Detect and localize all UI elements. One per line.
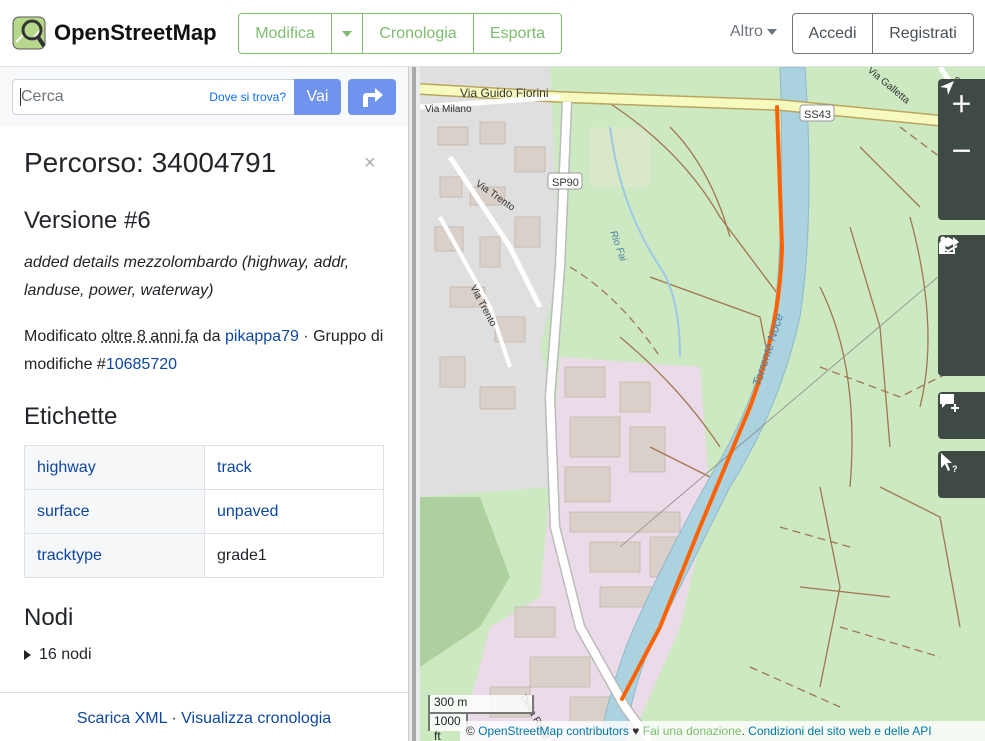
terms-link[interactable]: Condizioni del sito web e delle API xyxy=(748,724,931,738)
share-arrow-icon xyxy=(939,237,959,254)
road-label: Via Galletta xyxy=(865,67,912,107)
text-cursor xyxy=(20,88,21,106)
search-input[interactable]: Cerca Dove si trova? xyxy=(12,79,295,115)
directions-button[interactable] xyxy=(348,79,396,115)
note-icon[interactable] xyxy=(938,392,985,439)
zoom-out-icon[interactable]: － xyxy=(938,126,985,173)
road-ref-label: SS43 xyxy=(804,109,831,121)
logo[interactable]: OpenStreetMap xyxy=(12,16,217,50)
osm-logo-icon xyxy=(12,16,46,50)
edit-dropdown-button[interactable] xyxy=(332,13,363,54)
tag-key: tracktype xyxy=(24,533,205,578)
tag-value: unpaved xyxy=(204,489,384,534)
changeset-link[interactable]: 10685720 xyxy=(106,356,177,373)
copyright: © xyxy=(466,724,479,738)
tag-key-link[interactable]: surface xyxy=(37,503,89,520)
edit-button[interactable]: Modifica xyxy=(238,13,332,54)
map-canvas: Via Guido Fiorini Via Milano Via Trento … xyxy=(420,67,985,741)
view-history-link[interactable]: Visualizza cronologia xyxy=(181,710,331,727)
add-note-icon xyxy=(940,394,959,412)
map[interactable]: Via Guido Fiorini Via Milano Via Trento … xyxy=(420,67,985,741)
where-is-this-link[interactable]: Dove si trova? xyxy=(209,90,286,104)
table-row: surface unpaved xyxy=(24,489,384,534)
feature-details: Percorso: 34004791 Versione #6 added det… xyxy=(24,147,384,664)
more-menu[interactable]: Altro xyxy=(730,23,778,41)
export-button[interactable]: Esporta xyxy=(474,13,562,54)
heart-icon: ♥ xyxy=(628,724,643,738)
edit-metadata: Modificato oltre 8 anni fa da pikappa79 … xyxy=(24,323,384,379)
changeset-comment: added details mezzolombardo (highway, ad… xyxy=(24,254,350,299)
map-tools xyxy=(938,235,985,376)
download-xml-link[interactable]: Scarica XML xyxy=(77,710,167,727)
share-icon[interactable] xyxy=(938,237,985,376)
caret-down-icon xyxy=(767,28,778,35)
link-separator: · xyxy=(166,710,182,727)
tag-value-link[interactable]: unpaved xyxy=(217,503,278,520)
edit-button-group: Modifica Cronologia Esporta xyxy=(238,13,562,54)
more-label: Altro xyxy=(730,23,763,40)
road-ref-label: SP90 xyxy=(552,177,579,189)
user-link[interactable]: pikappa79 xyxy=(225,328,299,345)
resize-grip xyxy=(412,67,416,741)
header: OpenStreetMap Modifica Cronologia Esport… xyxy=(0,0,985,67)
table-row: highway track xyxy=(24,445,384,490)
caret-down-icon xyxy=(342,30,352,37)
map-attribution: © OpenStreetMap contributors ♥ Fai una d… xyxy=(460,721,985,741)
sidebar-resize-handle[interactable] xyxy=(408,67,420,741)
stream-label: Rio Fai xyxy=(607,229,628,263)
history-button[interactable]: Cronologia xyxy=(363,13,474,54)
zoom-controls: ＋ － xyxy=(938,79,985,220)
note-tools xyxy=(938,392,985,439)
directions-icon xyxy=(363,88,383,107)
query-tools: ? xyxy=(938,451,985,498)
nodes-heading: Nodi xyxy=(24,604,74,631)
tag-key: surface xyxy=(24,489,205,534)
locate-arrow-icon xyxy=(940,81,954,95)
contributors-link[interactable]: OpenStreetMap contributors xyxy=(478,724,629,738)
tag-value: grade1 xyxy=(204,533,384,578)
page-title: Percorso: 34004791 xyxy=(24,147,277,178)
tag-value: track xyxy=(204,445,384,490)
meta-prefix: Modificato xyxy=(24,328,102,345)
bottom-links: Scarica XML · Visualizza cronologia xyxy=(0,692,408,741)
meta-by: da xyxy=(198,328,226,345)
table-row: tracktype grade1 xyxy=(24,533,384,578)
road-label: Via Guido Fiorini xyxy=(460,86,549,100)
tags-heading: Etichette xyxy=(24,403,118,430)
signup-button[interactable]: Registrati xyxy=(873,13,974,54)
query-cursor-icon: ? xyxy=(941,453,958,473)
disclosure-triangle-icon xyxy=(24,650,31,660)
donate-link[interactable]: Fai una donazione xyxy=(643,724,742,738)
tag-key-link[interactable]: highway xyxy=(37,459,96,476)
tag-value-link[interactable]: track xyxy=(217,459,252,476)
tag-key-link[interactable]: tracktype xyxy=(37,547,102,564)
svg-text:?: ? xyxy=(952,464,958,473)
sidebar: Cerca Dove si trova? Vai × Percorso: 340… xyxy=(0,67,408,741)
locate-icon[interactable] xyxy=(938,81,985,220)
query-icon[interactable]: ? xyxy=(938,451,985,498)
search-go-button[interactable]: Vai xyxy=(294,79,341,115)
login-button[interactable]: Accedi xyxy=(792,13,873,54)
nodes-toggle[interactable]: 16 nodi xyxy=(24,646,384,664)
version-heading: Versione #6 xyxy=(24,207,151,234)
tag-key: highway xyxy=(24,445,205,490)
tags-table: highway track surface unpaved tracktype … xyxy=(24,445,384,578)
search-bar: Cerca Dove si trova? Vai xyxy=(0,67,408,127)
info-icon[interactable] xyxy=(938,236,985,329)
site-name: OpenStreetMap xyxy=(54,20,217,45)
edit-time: oltre 8 anni fa xyxy=(101,328,199,345)
auth-button-group: Accedi Registrati xyxy=(792,13,974,54)
search-placeholder: Cerca xyxy=(21,88,64,105)
road-label: Via Milano xyxy=(425,104,472,115)
nodes-count: 16 nodi xyxy=(39,646,92,663)
